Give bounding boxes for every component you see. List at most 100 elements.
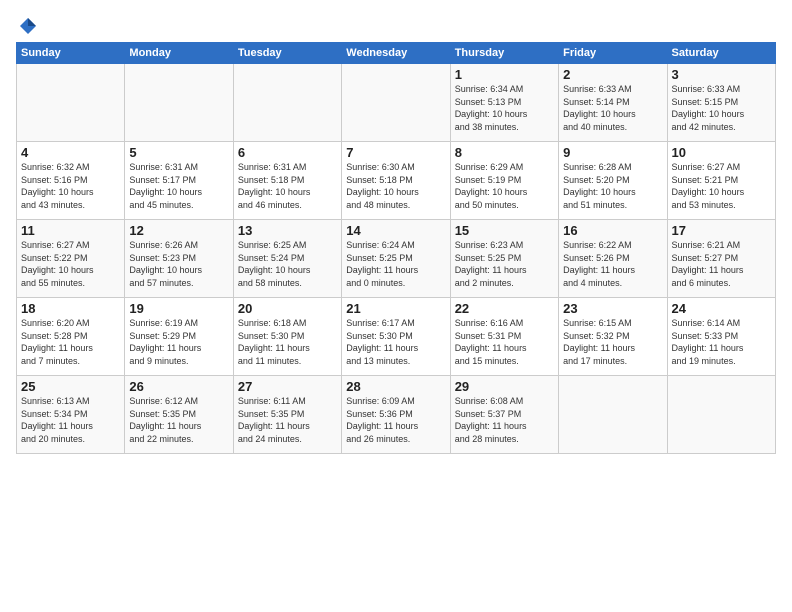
day-info: Sunrise: 6:19 AM Sunset: 5:29 PM Dayligh… [129, 317, 228, 367]
day-number: 29 [455, 379, 554, 394]
day-info: Sunrise: 6:20 AM Sunset: 5:28 PM Dayligh… [21, 317, 120, 367]
day-number: 1 [455, 67, 554, 82]
day-number: 3 [672, 67, 771, 82]
calendar-cell: 24Sunrise: 6:14 AM Sunset: 5:33 PM Dayli… [667, 298, 775, 376]
day-info: Sunrise: 6:08 AM Sunset: 5:37 PM Dayligh… [455, 395, 554, 445]
calendar-table: SundayMondayTuesdayWednesdayThursdayFrid… [16, 42, 776, 454]
day-number: 6 [238, 145, 337, 160]
calendar-cell: 28Sunrise: 6:09 AM Sunset: 5:36 PM Dayli… [342, 376, 450, 454]
day-info: Sunrise: 6:16 AM Sunset: 5:31 PM Dayligh… [455, 317, 554, 367]
calendar-cell: 14Sunrise: 6:24 AM Sunset: 5:25 PM Dayli… [342, 220, 450, 298]
day-info: Sunrise: 6:33 AM Sunset: 5:14 PM Dayligh… [563, 83, 662, 133]
calendar-cell: 4Sunrise: 6:32 AM Sunset: 5:16 PM Daylig… [17, 142, 125, 220]
calendar-cell: 20Sunrise: 6:18 AM Sunset: 5:30 PM Dayli… [233, 298, 341, 376]
calendar-cell [125, 64, 233, 142]
day-info: Sunrise: 6:31 AM Sunset: 5:17 PM Dayligh… [129, 161, 228, 211]
calendar-cell: 8Sunrise: 6:29 AM Sunset: 5:19 PM Daylig… [450, 142, 558, 220]
day-number: 22 [455, 301, 554, 316]
day-info: Sunrise: 6:24 AM Sunset: 5:25 PM Dayligh… [346, 239, 445, 289]
calendar-cell: 23Sunrise: 6:15 AM Sunset: 5:32 PM Dayli… [559, 298, 667, 376]
calendar-cell: 26Sunrise: 6:12 AM Sunset: 5:35 PM Dayli… [125, 376, 233, 454]
day-number: 13 [238, 223, 337, 238]
calendar-week-row: 25Sunrise: 6:13 AM Sunset: 5:34 PM Dayli… [17, 376, 776, 454]
day-number: 12 [129, 223, 228, 238]
day-info: Sunrise: 6:30 AM Sunset: 5:18 PM Dayligh… [346, 161, 445, 211]
calendar-cell [559, 376, 667, 454]
day-info: Sunrise: 6:14 AM Sunset: 5:33 PM Dayligh… [672, 317, 771, 367]
calendar-cell [667, 376, 775, 454]
calendar-cell: 10Sunrise: 6:27 AM Sunset: 5:21 PM Dayli… [667, 142, 775, 220]
day-number: 23 [563, 301, 662, 316]
calendar-cell: 15Sunrise: 6:23 AM Sunset: 5:25 PM Dayli… [450, 220, 558, 298]
logo [16, 16, 38, 36]
calendar-cell: 21Sunrise: 6:17 AM Sunset: 5:30 PM Dayli… [342, 298, 450, 376]
page: SundayMondayTuesdayWednesdayThursdayFrid… [0, 0, 792, 612]
calendar-week-row: 18Sunrise: 6:20 AM Sunset: 5:28 PM Dayli… [17, 298, 776, 376]
day-number: 10 [672, 145, 771, 160]
day-number: 2 [563, 67, 662, 82]
calendar-cell [342, 64, 450, 142]
calendar-cell: 3Sunrise: 6:33 AM Sunset: 5:15 PM Daylig… [667, 64, 775, 142]
header-wednesday: Wednesday [342, 43, 450, 64]
header [16, 16, 776, 36]
calendar-cell: 11Sunrise: 6:27 AM Sunset: 5:22 PM Dayli… [17, 220, 125, 298]
calendar-cell: 2Sunrise: 6:33 AM Sunset: 5:14 PM Daylig… [559, 64, 667, 142]
day-info: Sunrise: 6:28 AM Sunset: 5:20 PM Dayligh… [563, 161, 662, 211]
day-info: Sunrise: 6:09 AM Sunset: 5:36 PM Dayligh… [346, 395, 445, 445]
calendar-cell: 16Sunrise: 6:22 AM Sunset: 5:26 PM Dayli… [559, 220, 667, 298]
logo-icon [18, 16, 38, 36]
day-number: 27 [238, 379, 337, 394]
day-info: Sunrise: 6:29 AM Sunset: 5:19 PM Dayligh… [455, 161, 554, 211]
day-info: Sunrise: 6:25 AM Sunset: 5:24 PM Dayligh… [238, 239, 337, 289]
header-friday: Friday [559, 43, 667, 64]
calendar-cell: 12Sunrise: 6:26 AM Sunset: 5:23 PM Dayli… [125, 220, 233, 298]
day-info: Sunrise: 6:13 AM Sunset: 5:34 PM Dayligh… [21, 395, 120, 445]
calendar-cell: 19Sunrise: 6:19 AM Sunset: 5:29 PM Dayli… [125, 298, 233, 376]
day-info: Sunrise: 6:26 AM Sunset: 5:23 PM Dayligh… [129, 239, 228, 289]
day-info: Sunrise: 6:32 AM Sunset: 5:16 PM Dayligh… [21, 161, 120, 211]
day-number: 7 [346, 145, 445, 160]
day-number: 26 [129, 379, 228, 394]
logo-text [16, 16, 38, 36]
day-info: Sunrise: 6:27 AM Sunset: 5:22 PM Dayligh… [21, 239, 120, 289]
header-thursday: Thursday [450, 43, 558, 64]
day-number: 28 [346, 379, 445, 394]
day-number: 20 [238, 301, 337, 316]
day-info: Sunrise: 6:12 AM Sunset: 5:35 PM Dayligh… [129, 395, 228, 445]
day-info: Sunrise: 6:22 AM Sunset: 5:26 PM Dayligh… [563, 239, 662, 289]
calendar-cell: 7Sunrise: 6:30 AM Sunset: 5:18 PM Daylig… [342, 142, 450, 220]
day-number: 17 [672, 223, 771, 238]
calendar-cell: 27Sunrise: 6:11 AM Sunset: 5:35 PM Dayli… [233, 376, 341, 454]
header-tuesday: Tuesday [233, 43, 341, 64]
calendar-cell: 13Sunrise: 6:25 AM Sunset: 5:24 PM Dayli… [233, 220, 341, 298]
day-number: 24 [672, 301, 771, 316]
calendar-cell: 5Sunrise: 6:31 AM Sunset: 5:17 PM Daylig… [125, 142, 233, 220]
header-monday: Monday [125, 43, 233, 64]
header-sunday: Sunday [17, 43, 125, 64]
day-number: 5 [129, 145, 228, 160]
day-info: Sunrise: 6:33 AM Sunset: 5:15 PM Dayligh… [672, 83, 771, 133]
day-number: 25 [21, 379, 120, 394]
day-number: 19 [129, 301, 228, 316]
day-info: Sunrise: 6:15 AM Sunset: 5:32 PM Dayligh… [563, 317, 662, 367]
day-number: 21 [346, 301, 445, 316]
calendar-header-row: SundayMondayTuesdayWednesdayThursdayFrid… [17, 43, 776, 64]
day-number: 15 [455, 223, 554, 238]
day-number: 16 [563, 223, 662, 238]
day-number: 14 [346, 223, 445, 238]
calendar-cell: 9Sunrise: 6:28 AM Sunset: 5:20 PM Daylig… [559, 142, 667, 220]
day-number: 4 [21, 145, 120, 160]
header-saturday: Saturday [667, 43, 775, 64]
day-info: Sunrise: 6:11 AM Sunset: 5:35 PM Dayligh… [238, 395, 337, 445]
calendar-cell: 6Sunrise: 6:31 AM Sunset: 5:18 PM Daylig… [233, 142, 341, 220]
calendar-cell: 17Sunrise: 6:21 AM Sunset: 5:27 PM Dayli… [667, 220, 775, 298]
calendar-cell [233, 64, 341, 142]
day-info: Sunrise: 6:27 AM Sunset: 5:21 PM Dayligh… [672, 161, 771, 211]
calendar-week-row: 1Sunrise: 6:34 AM Sunset: 5:13 PM Daylig… [17, 64, 776, 142]
day-info: Sunrise: 6:17 AM Sunset: 5:30 PM Dayligh… [346, 317, 445, 367]
day-number: 18 [21, 301, 120, 316]
calendar-cell: 18Sunrise: 6:20 AM Sunset: 5:28 PM Dayli… [17, 298, 125, 376]
calendar-cell: 1Sunrise: 6:34 AM Sunset: 5:13 PM Daylig… [450, 64, 558, 142]
calendar-week-row: 11Sunrise: 6:27 AM Sunset: 5:22 PM Dayli… [17, 220, 776, 298]
day-number: 9 [563, 145, 662, 160]
